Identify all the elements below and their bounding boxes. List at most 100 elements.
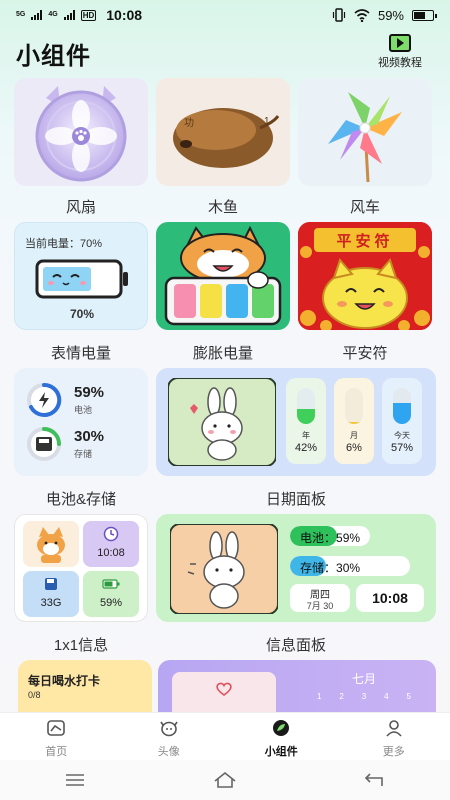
calendar-day: 2 (339, 692, 344, 701)
one-by-one-label: 1x1信息 (53, 637, 109, 654)
windmill-widget-card[interactable] (298, 78, 432, 186)
year-label: 年 (302, 431, 310, 440)
status-bar: 5G 4G HD 10:08 59% (0, 0, 450, 30)
tile-time: 10:08 (97, 547, 125, 559)
signal-icon (31, 10, 43, 20)
battery-storage-label: 电池&存储 (45, 491, 116, 508)
info-storage-bar: 存储：30% (290, 556, 410, 576)
leaf-icon (273, 720, 290, 736)
signal-4g-label: 4G (48, 11, 58, 18)
today-value: 57% (390, 442, 414, 454)
tab-more[interactable]: 更多 (338, 713, 450, 760)
status-right: 59% (332, 7, 437, 23)
month-value: 6% (346, 442, 362, 454)
battery-small-icon (102, 579, 120, 589)
info-battery-label: 电池： (300, 531, 337, 545)
calendar-day: 4 (384, 692, 389, 701)
calendar-day: 5 (406, 692, 411, 701)
puff-battery-label: 膨胀电量 (192, 345, 253, 362)
month-progress-card: 月 6% (334, 378, 374, 464)
peace-charm-label: 平安符 (342, 345, 388, 362)
vibrate-icon (332, 8, 346, 22)
battery-storage-widget-card[interactable]: 59% 电池 30% 存储 (14, 368, 148, 476)
info-storage-row: 存储：30% (300, 559, 360, 576)
date-panel-widget-card[interactable]: 年 42% 月 6% 今天 57% (156, 368, 436, 476)
play-icon (389, 34, 411, 52)
year-progress-bar (297, 388, 315, 424)
water-progress: 0/8 (28, 690, 41, 700)
calendar-month: 七月 (351, 672, 376, 686)
peace-charm-widget-card[interactable]: 平安符 (298, 222, 432, 330)
calendar-days-row: 1 2 3 4 5 (308, 692, 420, 701)
bs-storage-value: 30% (74, 428, 105, 445)
heart-icon (216, 682, 232, 696)
fish-count-text: 1 (264, 116, 270, 127)
info-battery-value: 59% (336, 531, 361, 545)
battery-icon (412, 9, 437, 21)
month-progress-bar (345, 388, 363, 424)
emoji-current-label-row: 当前电量：70% (25, 235, 102, 251)
home-icon (47, 720, 66, 736)
year-progress-fill (297, 408, 315, 424)
bs-battery-label: 电池 (74, 405, 93, 415)
pinwheel-icon (328, 92, 402, 183)
system-nav-bar (0, 760, 450, 800)
fan-icon (35, 86, 127, 182)
clock-tile: 10:08 (83, 521, 139, 567)
today-progress-fill (393, 403, 411, 424)
status-time: 10:08 (106, 7, 143, 23)
water-checkin-widget-card[interactable]: 每日喝水打卡 0/8 (18, 660, 152, 720)
info-battery-row: 电池：59% (300, 529, 360, 546)
video-tutorial-button[interactable]: 视频教程 (372, 34, 428, 70)
emoji-battery-widget-card[interactable]: 当前电量：70% 70% (14, 222, 148, 330)
person-icon (386, 720, 402, 737)
year-value: 42% (294, 442, 318, 454)
wooden-fish-label: 木鱼 (207, 199, 238, 216)
today-progress-bar (393, 388, 411, 424)
water-title: 每日喝水打卡 (28, 674, 101, 688)
clock-icon (103, 526, 119, 542)
wooden-fish-icon: 功 1 (173, 108, 280, 168)
recent-apps-button[interactable] (55, 766, 95, 794)
month-label: 月 (350, 431, 358, 440)
signal-5g-label: 5G (16, 11, 26, 18)
tab-home[interactable]: 首页 (0, 713, 113, 760)
emoji-battery-label: 表情电量 (50, 345, 111, 362)
info-date-box: 周四 7月 30 (290, 584, 350, 612)
home-button[interactable] (205, 766, 245, 794)
signal-icon (63, 10, 75, 20)
fish-merit-text: 功 (184, 117, 194, 129)
calendar-widget-card[interactable]: 七月 1 2 3 4 5 (158, 660, 436, 720)
bunny-illustration (168, 378, 276, 466)
storage-ring-icon (27, 427, 61, 461)
bs-battery-value: 59% (74, 384, 105, 401)
puff-battery-widget-card[interactable] (156, 222, 290, 330)
bs-storage-label: 存储 (74, 449, 93, 459)
windmill-label: 风车 (349, 199, 380, 216)
calendar-day: 1 (316, 692, 322, 701)
peace-charm-title: 平安符 (336, 232, 394, 250)
one-by-one-widget-card[interactable]: 10:08 33G 59% (14, 514, 148, 622)
tab-avatar[interactable]: 头像 (113, 713, 226, 760)
today-label: 今天 (394, 431, 410, 440)
fan-widget-card[interactable] (14, 78, 148, 186)
info-panel-label: 信息面板 (265, 637, 326, 654)
info-date: 7月 30 (306, 601, 334, 611)
tile-battery: 59% (99, 597, 123, 609)
smiling-battery-icon (35, 259, 128, 299)
back-button[interactable] (355, 766, 395, 794)
info-time: 10:08 (356, 584, 424, 612)
info-panel-widget-card[interactable]: 电池：59% 存储：30% 周四 7月 30 10:08 (156, 514, 436, 622)
storage-tile: 33G (23, 571, 79, 617)
emoji-current-value: 70% (80, 238, 103, 250)
calendar-day: 3 (361, 692, 367, 701)
battery-tile: 59% (83, 571, 139, 617)
wooden-fish-widget-card[interactable]: 功 1 (156, 78, 290, 186)
battery-percent: 59% (377, 7, 404, 23)
tab-widgets[interactable]: 小组件 (225, 713, 338, 760)
hd-badge: HD (80, 9, 97, 21)
info-storage-value: 30% (336, 561, 361, 575)
battery-ring-icon (27, 382, 62, 417)
tile-storage: 33G (40, 597, 62, 609)
tab-avatar-label: 头像 (157, 746, 180, 758)
